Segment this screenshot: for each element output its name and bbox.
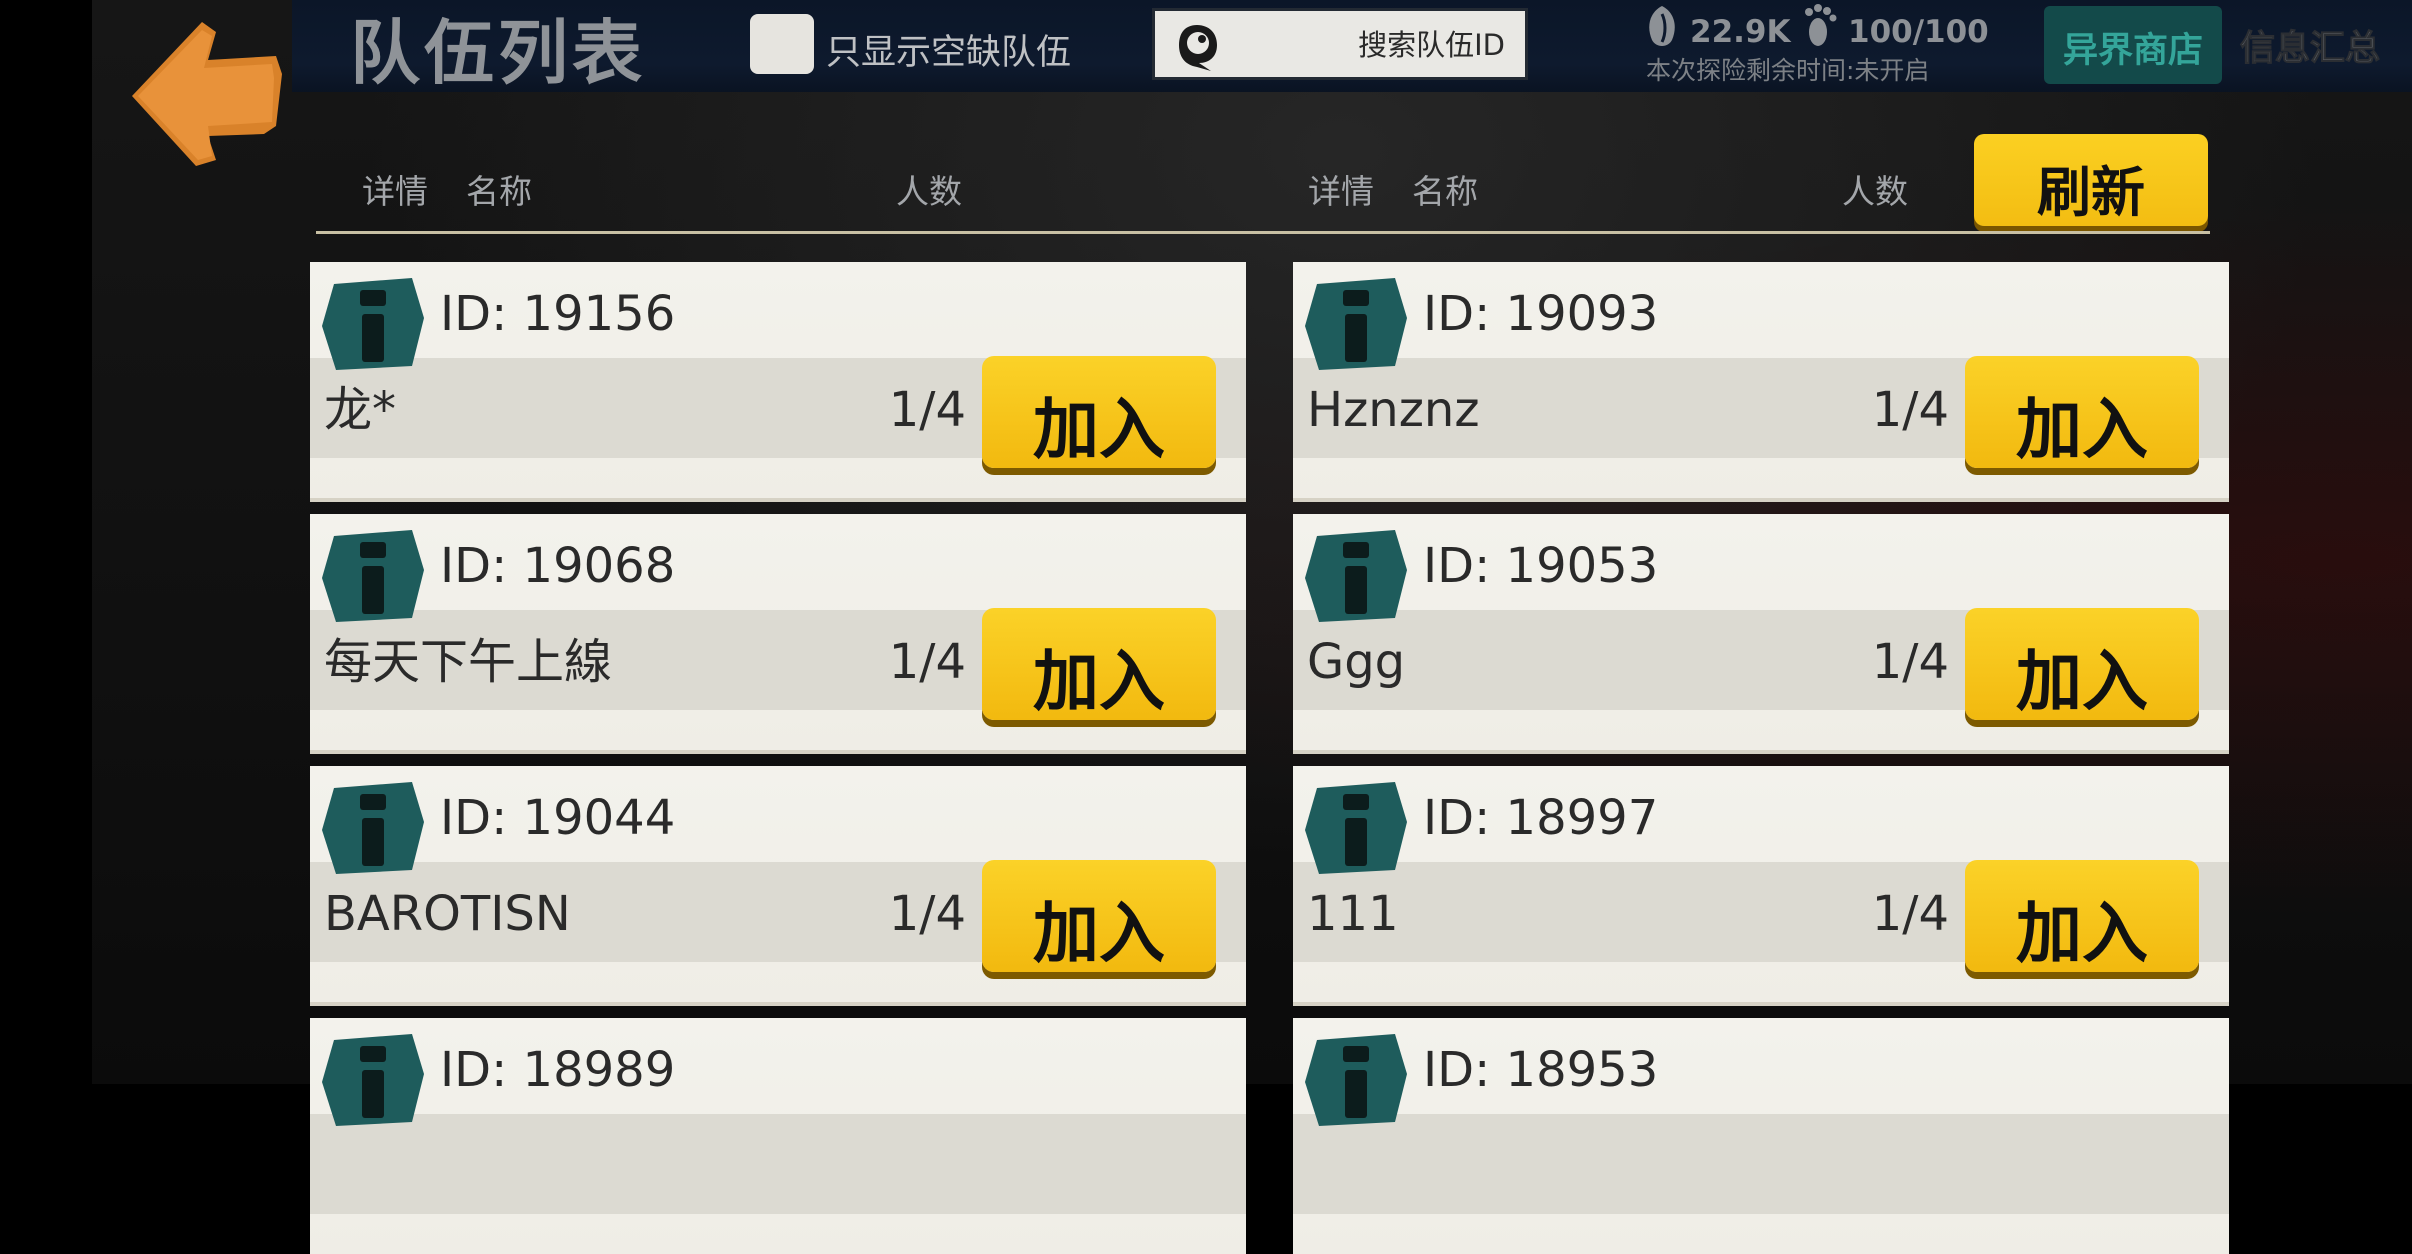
team-id: ID: 18997	[1423, 790, 1659, 846]
info-icon[interactable]	[1303, 778, 1409, 878]
info-icon[interactable]	[320, 526, 426, 626]
empty-only-label: 只显示空缺队伍	[826, 33, 1072, 73]
join-button-label: 加入	[1033, 895, 1165, 972]
stamina-count: 100/100	[1848, 14, 1989, 50]
info-summary-button[interactable]: 信息汇总	[2239, 20, 2380, 71]
coin-count: 22.9K	[1690, 14, 1791, 50]
seed-icon	[1649, 6, 1675, 46]
back-arrow-icon	[132, 22, 282, 166]
back-button[interactable]	[124, 16, 286, 170]
member-count: 1/4	[888, 382, 966, 438]
search-icon	[1179, 25, 1217, 71]
team-id: ID: 18953	[1423, 1042, 1659, 1098]
member-count: 1/4	[1871, 886, 1949, 942]
info-icon[interactable]	[1303, 526, 1409, 626]
join-button-label: 加入	[1033, 643, 1165, 720]
team-card: ID: 18953	[1293, 1018, 2229, 1254]
member-count: 1/4	[888, 886, 966, 942]
refresh-button-label: 刷新	[2037, 161, 2145, 224]
team-name: Ggg	[1307, 634, 1406, 690]
team-id: ID: 19068	[440, 538, 676, 594]
member-count: 1/4	[1871, 382, 1949, 438]
join-button[interactable]: 加入	[1965, 860, 2199, 972]
team-name: 111	[1307, 886, 1399, 942]
team-id: ID: 18989	[440, 1042, 676, 1098]
refresh-button[interactable]: 刷新	[1974, 134, 2208, 226]
info-icon[interactable]	[320, 274, 426, 374]
join-button[interactable]: 加入	[982, 860, 1216, 972]
join-button-label: 加入	[2016, 895, 2148, 972]
expedition-timer: 本次探险剩余时间:未开启	[1646, 56, 1930, 85]
card-band	[310, 1114, 1246, 1214]
team-card: ID: 18989	[310, 1018, 1246, 1254]
shop-button[interactable]: 异界商店	[2044, 6, 2222, 84]
team-id: ID: 19044	[440, 790, 676, 846]
shop-button-label: 异界商店	[2062, 31, 2203, 71]
join-button[interactable]: 加入	[982, 356, 1216, 468]
team-card: ID: 18997 111 1/4 加入	[1293, 766, 2229, 1002]
team-card: ID: 19053 Ggg 1/4 加入	[1293, 514, 2229, 750]
team-name: 每天下午上線	[324, 634, 613, 690]
join-button[interactable]: 加入	[1965, 356, 2199, 468]
page-title: 队伍列表	[350, 12, 646, 94]
team-card: ID: 19068 每天下午上線 1/4 加入	[310, 514, 1246, 750]
join-button[interactable]: 加入	[1965, 608, 2199, 720]
header-divider	[316, 231, 2210, 234]
team-card: ID: 19044 BAROTISN 1/4 加入	[310, 766, 1246, 1002]
footprint-icon	[1805, 4, 1837, 46]
team-card: ID: 19156 龙* 1/4 加入	[310, 262, 1246, 498]
right-name-header: 名称	[1412, 172, 1478, 211]
join-button[interactable]: 加入	[982, 608, 1216, 720]
team-name: 龙*	[324, 382, 397, 438]
team-card: ID: 19093 Hznznz 1/4 加入	[1293, 262, 2229, 498]
team-id: ID: 19053	[1423, 538, 1659, 594]
join-button-label: 加入	[1033, 391, 1165, 468]
search-placeholder: 搜索队伍ID	[1358, 28, 1505, 62]
empty-only-checkbox[interactable]	[750, 14, 814, 74]
team-name: Hznznz	[1307, 382, 1480, 438]
join-button-label: 加入	[2016, 391, 2148, 468]
team-name: BAROTISN	[324, 886, 571, 942]
team-id: ID: 19156	[440, 286, 676, 342]
right-details-header: 详情	[1308, 172, 1374, 211]
info-icon[interactable]	[1303, 1030, 1409, 1130]
left-count-header: 人数	[896, 172, 962, 211]
left-details-header: 详情	[362, 172, 428, 211]
info-icon[interactable]	[1303, 274, 1409, 374]
team-id: ID: 19093	[1423, 286, 1659, 342]
info-icon[interactable]	[320, 778, 426, 878]
left-name-header: 名称	[466, 172, 532, 211]
search-input[interactable]: 搜索队伍ID	[1152, 8, 1528, 80]
card-band	[1293, 1114, 2229, 1214]
join-button-label: 加入	[2016, 643, 2148, 720]
member-count: 1/4	[1871, 634, 1949, 690]
member-count: 1/4	[888, 634, 966, 690]
right-count-header: 人数	[1842, 172, 1908, 211]
info-icon[interactable]	[320, 1030, 426, 1130]
